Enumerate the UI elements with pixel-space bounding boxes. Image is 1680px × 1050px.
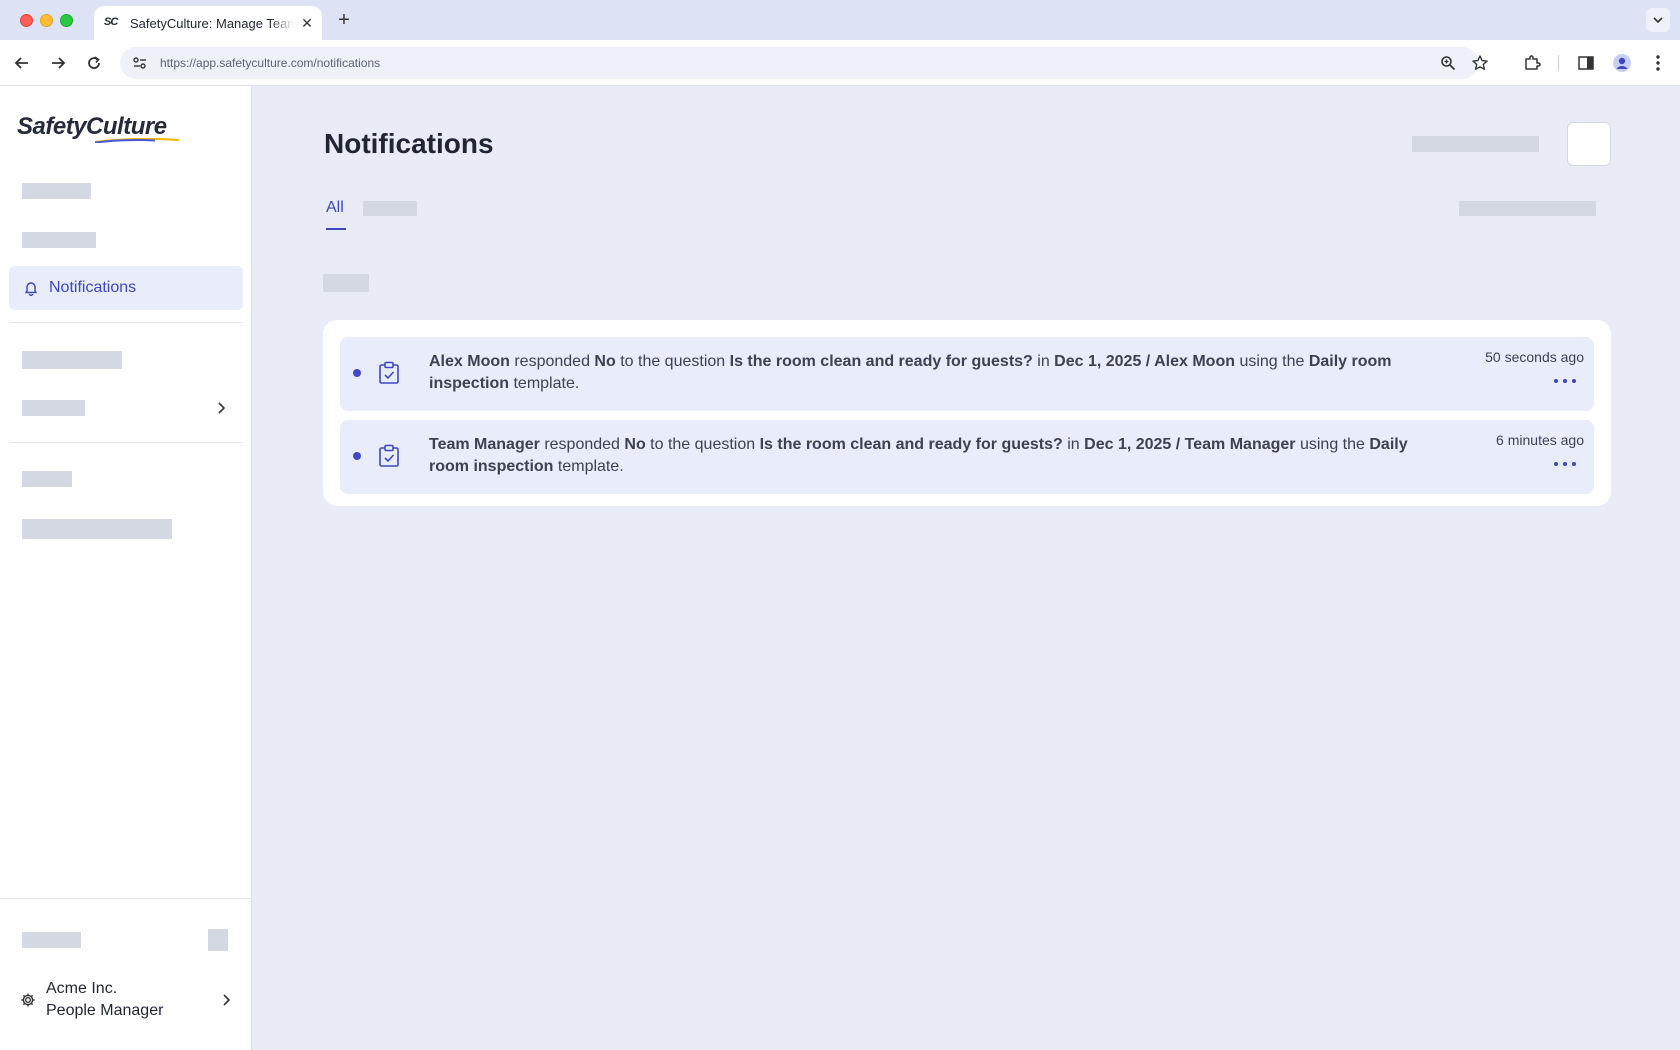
tab-active-indicator [326,228,346,230]
back-arrow-icon[interactable] [11,52,33,74]
bookmark-star-icon[interactable] [1470,53,1490,73]
header-action-placeholder[interactable] [1412,136,1539,152]
browser-menu-kebab-icon[interactable] [1647,52,1669,74]
window-minimize-button[interactable] [40,14,53,27]
more-options-icon[interactable] [1554,375,1576,387]
filter-placeholder[interactable] [1459,201,1596,216]
sidebar-item-placeholder[interactable] [22,232,96,248]
sidebar: SafetyCulture Notifications Acme Inc. Pe… [0,86,252,1050]
section-heading-placeholder [323,274,369,292]
sidebar-item-placeholder[interactable] [22,183,91,199]
main-content: Notifications All Alex Moon responded No… [252,86,1680,1050]
sidebar-item-notifications[interactable]: Notifications [9,266,243,310]
forward-arrow-icon[interactable] [47,52,69,74]
zoom-icon[interactable] [1438,53,1458,73]
org-switcher[interactable]: Acme Inc. People Manager [20,976,236,1024]
window-close-button[interactable] [20,14,33,27]
safetyculture-favicon-icon: SC [104,16,118,28]
org-role: People Manager [46,1002,164,1019]
side-panel-icon[interactable] [1575,52,1597,74]
notification-timestamp: 6 minutes ago [1496,432,1584,448]
notification-message: Alex Moon responded No to the question I… [429,353,1392,392]
unread-dot [353,369,361,377]
org-name: Acme Inc. [46,980,118,997]
tab-search-chevron-icon[interactable] [1646,8,1670,32]
notification-item[interactable]: Team Manager responded No to the questio… [340,420,1594,494]
logo-swoosh-icon [95,138,179,143]
header-icon-button[interactable] [1567,122,1611,166]
sidebar-footer-divider [0,898,252,899]
new-tab-icon[interactable]: + [334,9,354,31]
chevron-right-icon [223,994,230,1006]
reload-icon[interactable] [83,52,105,74]
browser-tab[interactable]: SC SafetyCulture: Manage Teams ✕ [94,6,322,40]
sidebar-item-placeholder[interactable] [22,400,85,416]
safetyculture-logo[interactable]: SafetyCulture [17,113,167,141]
notification-timestamp: 50 seconds ago [1485,349,1584,365]
bell-icon [25,282,37,296]
sidebar-divider [9,442,243,443]
inspection-clipboard-icon [379,361,399,384]
address-bar[interactable]: https://app.safetyculture.com/notificati… [120,47,1488,79]
window-zoom-button[interactable] [60,14,73,27]
sidebar-item-label: Notifications [49,279,137,296]
gear-icon [21,993,35,1007]
page-title: Notifications [324,128,494,159]
chevron-right-icon[interactable] [214,401,228,415]
sidebar-item-placeholder[interactable] [22,351,122,369]
sidebar-footer-placeholder[interactable] [22,932,81,948]
tab-close-icon[interactable]: ✕ [300,15,314,32]
toolbar-divider [1558,55,1559,71]
browser-tab-title: SafetyCulture: Manage Teams [130,15,294,31]
browser-tab-bar: SC SafetyCulture: Manage Teams ✕ + [0,0,1680,40]
notifications-list: Alex Moon responded No to the question I… [323,320,1611,506]
inspection-clipboard-icon [379,444,399,467]
more-options-icon[interactable] [1554,458,1576,470]
url-text: https://app.safetyculture.com/notificati… [160,56,381,70]
sidebar-item-placeholder[interactable] [22,519,172,539]
extensions-puzzle-icon[interactable] [1521,52,1543,74]
unread-dot [353,452,361,460]
sidebar-footer-icon-placeholder[interactable] [208,929,228,951]
notification-item[interactable]: Alex Moon responded No to the question I… [340,337,1594,411]
sidebar-divider [9,322,243,323]
sidebar-item-placeholder[interactable] [22,471,72,487]
notification-message: Team Manager responded No to the questio… [429,436,1408,475]
browser-toolbar: https://app.safetyculture.com/notificati… [0,40,1680,86]
tab-placeholder[interactable] [363,201,417,216]
site-settings-icon[interactable] [130,53,150,73]
profile-avatar-icon[interactable] [1611,52,1633,74]
tab-all[interactable]: All [326,199,344,217]
